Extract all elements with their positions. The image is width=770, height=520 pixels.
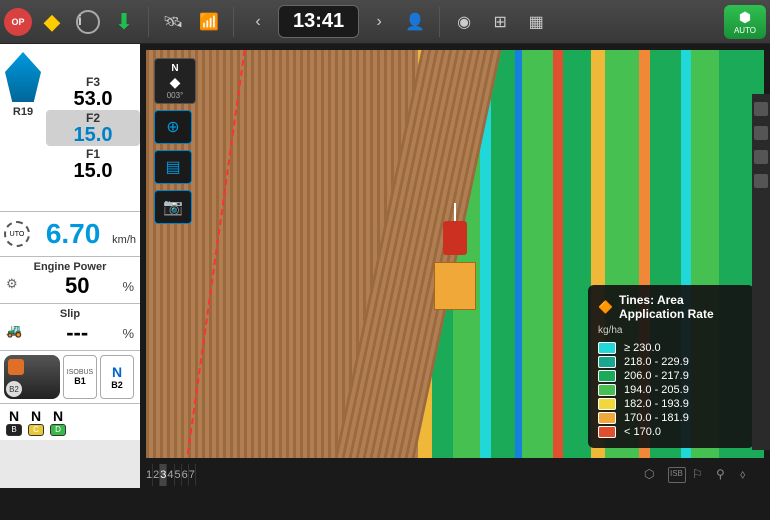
- gear-f1[interactable]: F1 15.0: [46, 146, 140, 182]
- bottom-tabbar: 1234567 ⬡ ISB ⚐ ⚲ ⬨: [146, 462, 764, 488]
- clock: 13:41: [278, 5, 359, 38]
- speed-unit: km/h: [112, 234, 136, 246]
- legend-label: 170.0 - 181.9: [624, 412, 689, 424]
- isb-icon[interactable]: ISB: [668, 467, 686, 483]
- gear-f2-selected[interactable]: F2 15.0: [46, 110, 140, 146]
- tab-3[interactable]: 3: [160, 464, 167, 486]
- next-button[interactable]: ›: [363, 6, 395, 38]
- prev-button[interactable]: ‹: [242, 6, 274, 38]
- auto-gear-icon: UTO: [4, 221, 30, 247]
- map-area: N ◆ 003° ⊕ ▤ 📷 🔶 Tines: Area Application…: [140, 44, 770, 488]
- tab-2[interactable]: 2: [153, 464, 160, 486]
- status-icon-1[interactable]: ⬡: [644, 467, 662, 483]
- bottom-bar: [0, 488, 770, 520]
- right-toolbar: [752, 94, 770, 450]
- tab-5[interactable]: 5: [175, 464, 182, 486]
- legend-swatch: [598, 412, 616, 424]
- status-icon-2[interactable]: ⚐: [692, 467, 710, 483]
- user-icon[interactable]: 👤: [399, 6, 431, 38]
- layers-tool[interactable]: ▤: [154, 150, 192, 184]
- tab-6[interactable]: 6: [182, 464, 189, 486]
- warning-icon[interactable]: ◆: [36, 6, 68, 38]
- legend-label: 218.0 - 229.9: [624, 356, 689, 368]
- layout-icon[interactable]: ⊞: [484, 6, 516, 38]
- speed-panel: UTO 6.70 km/h: [0, 212, 140, 257]
- legend-swatch: [598, 398, 616, 410]
- legend-panel[interactable]: 🔶 Tines: Area Application Rate kg/ha ≥ 2…: [588, 285, 754, 448]
- section-D[interactable]: ND: [50, 408, 66, 436]
- section-B[interactable]: NB: [6, 408, 22, 436]
- legend-swatch: [598, 356, 616, 368]
- info-button[interactable]: i: [72, 6, 104, 38]
- implement-icon[interactable]: [4, 355, 60, 399]
- stop-button[interactable]: OP: [4, 8, 32, 36]
- legend-row: 218.0 - 229.9: [598, 356, 744, 368]
- right-tool-2[interactable]: [754, 126, 768, 140]
- tab-1[interactable]: 1: [146, 464, 153, 486]
- camera-tool[interactable]: 📷: [154, 190, 192, 224]
- center-tool[interactable]: ⊕: [154, 110, 192, 144]
- engine-icon: ⚙: [6, 276, 32, 296]
- divider: [233, 7, 234, 37]
- auto-button[interactable]: ⬢ AUTO: [724, 5, 766, 39]
- right-tool-4[interactable]: [754, 174, 768, 188]
- section-C[interactable]: NC: [28, 408, 44, 436]
- isobus-panel: ISOBUS B1 N B2: [0, 351, 140, 404]
- legend-swatch: [598, 426, 616, 438]
- isobus-b2[interactable]: N B2: [100, 355, 134, 399]
- satellite-icon[interactable]: 🛰: [157, 6, 189, 38]
- gauge-icon[interactable]: ◉: [448, 6, 480, 38]
- download-icon[interactable]: ⬇: [108, 6, 140, 38]
- divider: [148, 7, 149, 37]
- vehicle-marker: [443, 221, 467, 255]
- legend-label: 206.0 - 217.9: [624, 370, 689, 382]
- legend-title: 🔶 Tines: Area Application Rate: [598, 293, 744, 321]
- top-toolbar: OP ◆ i ⬇ 🛰 📶 ‹ 13:41 › 👤 ◉ ⊞ ▦ ⬢ AUTO: [0, 0, 770, 44]
- status-icon-4[interactable]: ⬨: [740, 467, 758, 483]
- speed-value: 6.70: [34, 218, 112, 250]
- tab-7[interactable]: 7: [189, 464, 196, 486]
- legend-row: 206.0 - 217.9: [598, 370, 744, 382]
- right-tool-1[interactable]: [754, 102, 768, 116]
- legend-row: 194.0 - 205.9: [598, 384, 744, 396]
- wifi-signal-icon[interactable]: 📶: [193, 6, 225, 38]
- left-sidebar: R19 F3 53.0 F2 15.0 F1 15.0 UTO 6.70: [0, 44, 140, 488]
- section-indicators: NBNCND: [0, 404, 140, 440]
- legend-label: 182.0 - 193.9: [624, 398, 689, 410]
- engine-power-value: 50: [32, 273, 122, 299]
- right-tool-3[interactable]: [754, 150, 768, 164]
- legend-swatch: [598, 342, 616, 354]
- implement-marker: [434, 262, 476, 310]
- gear-panel: R19 F3 53.0 F2 15.0 F1 15.0: [0, 44, 140, 212]
- legend-label: < 170.0: [624, 426, 661, 438]
- compass[interactable]: N ◆ 003°: [154, 58, 196, 104]
- legend-swatch: [598, 370, 616, 382]
- legend-row: < 170.0: [598, 426, 744, 438]
- status-icon-3[interactable]: ⚲: [716, 467, 734, 483]
- legend-row: ≥ 230.0: [598, 342, 744, 354]
- legend-unit: kg/ha: [598, 325, 744, 336]
- reverse-gear-label: R19: [13, 106, 33, 118]
- legend-row: 182.0 - 193.9: [598, 398, 744, 410]
- field-icon[interactable]: ▦: [520, 6, 552, 38]
- slip-panel: Slip 🚜 --- %: [0, 304, 140, 351]
- legend-swatch: [598, 384, 616, 396]
- isobus-b1[interactable]: ISOBUS B1: [63, 355, 97, 399]
- map-tools: ⊕ ▤ 📷: [154, 110, 192, 224]
- tractor-icon: [5, 52, 41, 102]
- gear-f3[interactable]: F3 53.0: [46, 74, 140, 110]
- tines-icon: 🔶: [598, 300, 613, 314]
- legend-row: 170.0 - 181.9: [598, 412, 744, 424]
- tab-4[interactable]: 4: [167, 464, 174, 486]
- slip-icon: 🚜: [6, 323, 32, 343]
- slip-value: ---: [32, 320, 122, 346]
- legend-label: ≥ 230.0: [624, 342, 661, 354]
- legend-label: 194.0 - 205.9: [624, 384, 689, 396]
- field-map[interactable]: N ◆ 003° ⊕ ▤ 📷 🔶 Tines: Area Application…: [146, 50, 764, 458]
- divider: [439, 7, 440, 37]
- engine-power-panel: Engine Power ⚙ 50 %: [0, 257, 140, 304]
